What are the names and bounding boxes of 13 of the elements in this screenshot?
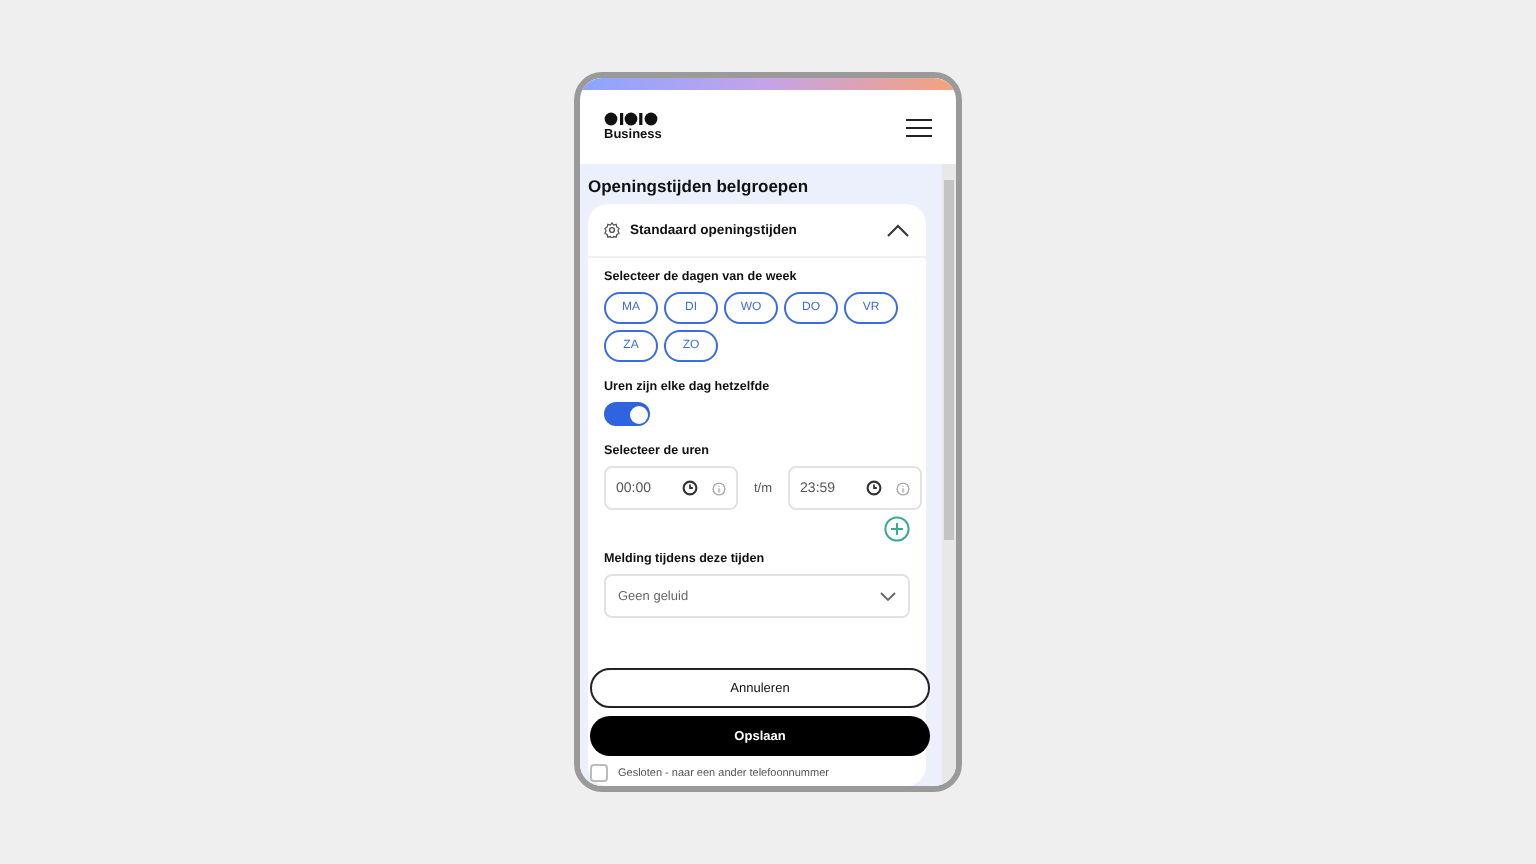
info-icon xyxy=(712,481,726,495)
toggle-switch[interactable] xyxy=(604,402,650,426)
checkbox[interactable] xyxy=(590,764,608,782)
info-icon xyxy=(896,481,911,495)
scrollbar[interactable] xyxy=(942,164,956,786)
clock-icon[interactable] xyxy=(866,480,883,496)
settings-icon xyxy=(604,222,620,238)
menu-icon[interactable] xyxy=(906,117,932,137)
chevron-down-icon xyxy=(880,591,896,601)
add-icon[interactable] xyxy=(884,516,910,542)
logo-icon xyxy=(604,112,662,126)
page-title: Openingstijden belgroepen xyxy=(588,176,811,196)
clock-icon[interactable] xyxy=(682,480,698,496)
